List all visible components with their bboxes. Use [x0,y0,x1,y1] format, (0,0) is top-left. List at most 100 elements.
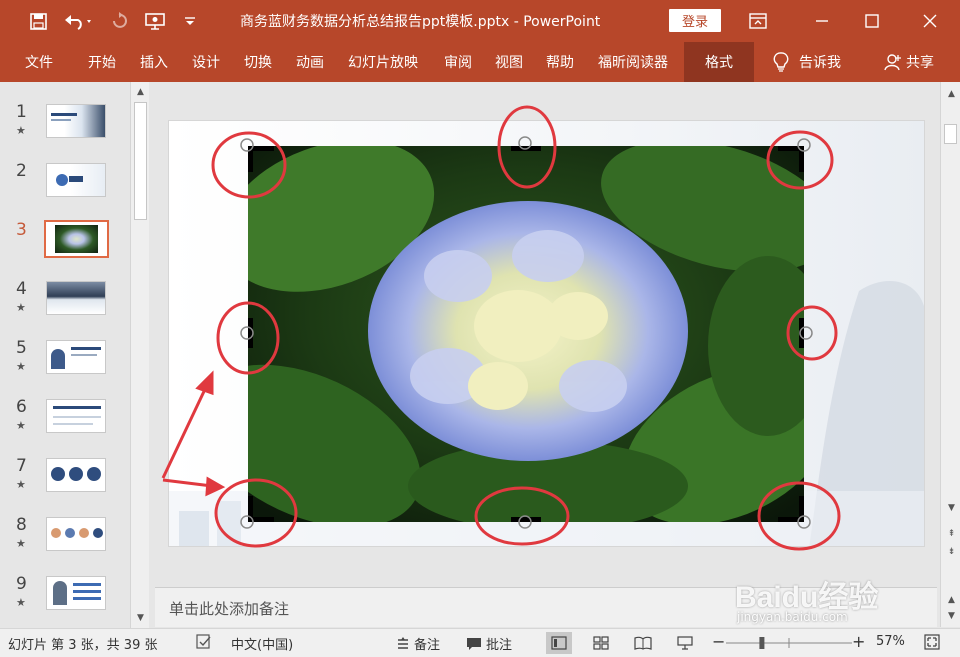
slide-thumb-7[interactable]: 7 ★ [0,456,130,511]
zoom-slider[interactable] [726,635,852,651]
tab-insert[interactable]: 插入 [132,42,176,82]
tab-review[interactable]: 审阅 [436,42,480,82]
thumbnails-scrollbar[interactable]: ▲ ▼ [130,82,149,628]
slideshow-icon[interactable] [672,632,698,654]
share-label: 共享 [906,55,934,71]
slide-thumbnail [46,399,106,433]
scrollbar-thumb[interactable] [134,102,147,220]
comments-button[interactable]: 批注 [466,634,512,653]
animation-star-icon: ★ [16,478,26,491]
customize-icon[interactable] [182,9,198,33]
save-icon[interactable] [26,9,50,33]
tab-design[interactable]: 设计 [184,42,228,82]
share-button[interactable]: 共享 [878,42,940,82]
notes-button[interactable]: 备注 [396,634,440,653]
slide-number: 3 [16,220,27,240]
slide-sorter-icon[interactable] [588,632,614,654]
ribbon-options-icon[interactable] [745,8,771,34]
tab-file[interactable]: 文件 [14,42,64,82]
scroll-down-icon[interactable]: ▼ [945,502,958,514]
baidu-watermark: Baidu经验 jingyan.baidu.com [735,570,945,630]
slide-scrollbar[interactable]: ▲ ▼ ⇞ ⇟ ▲ ▼ [940,82,960,627]
zoom-in-icon[interactable]: + [852,632,865,651]
notes-scroll-down-icon[interactable]: ▼ [945,610,958,622]
picture-content [248,146,804,522]
next-slide-icon[interactable]: ⇟ [945,546,958,558]
comment-icon [467,637,481,650]
notes-scroll-up-icon[interactable]: ▲ [945,594,958,606]
zoom-slider-thumb[interactable] [759,637,765,649]
slide-thumb-4[interactable]: 4 ★ [0,279,130,334]
slide-thumb-3[interactable]: 3 [0,220,130,275]
redo-icon[interactable] [108,9,130,33]
slide-thumbnails-panel: 1 ★ 2 3 4 ★ 5 ★ 6 ★ 7 ★ 8 ★ 9 ★ [0,82,150,628]
slide-number: 5 [16,338,27,358]
slide-thumb-5[interactable]: 5 ★ [0,338,130,393]
zoom-out-icon[interactable]: − [712,632,725,651]
lightbulb-icon [773,52,789,72]
tab-foxit-reader[interactable]: 福昕阅读器 [590,42,676,82]
maximize-icon[interactable] [859,8,885,34]
previous-slide-icon[interactable]: ⇞ [945,528,958,540]
status-bar: 幻灯片 第 3 张，共 39 张 中文(中国) 备注 批注 − + 57% [0,628,960,657]
slide-number: 2 [16,161,27,181]
animation-star-icon: ★ [16,360,26,373]
title-bar: 商务蓝财务数据分析总结报告ppt模板.pptx - PowerPoint 登录 [0,0,960,42]
document-title: 商务蓝财务数据分析总结报告ppt模板.pptx - PowerPoint [240,14,601,30]
login-button[interactable]: 登录 [669,9,721,32]
slide-thumbnail [46,458,106,492]
ribbon-tabs: 文件 开始 插入 设计 切换 动画 幻灯片放映 审阅 视图 帮助 福昕阅读器 格… [0,42,960,82]
zoom-level[interactable]: 57% [876,634,905,649]
minimize-icon[interactable] [809,8,835,34]
watermark-url: jingyan.baidu.com [737,610,848,624]
slide-number: 4 [16,279,27,299]
slide-number: 9 [16,574,27,594]
language-indicator[interactable]: 中文(中国) [231,634,293,653]
slide-counter: 幻灯片 第 3 张，共 39 张 [8,638,158,653]
tell-me-search[interactable]: 告诉我 [764,42,850,82]
slide-number: 7 [16,456,27,476]
present-icon[interactable] [142,9,170,33]
fit-window-icon[interactable] [924,634,940,650]
animation-star-icon: ★ [16,301,26,314]
scroll-down-icon[interactable]: ▼ [134,612,147,624]
tab-slideshow[interactable]: 幻灯片放映 [340,42,426,82]
close-icon[interactable] [917,8,943,34]
hydrangea-picture[interactable] [248,146,804,522]
slide-thumb-1[interactable]: 1 ★ [0,102,130,157]
slide-thumb-8[interactable]: 8 ★ [0,515,130,570]
scroll-up-icon[interactable]: ▲ [134,86,147,98]
scroll-up-icon[interactable]: ▲ [945,88,958,100]
slide-thumbnail [46,163,106,197]
normal-view-icon[interactable] [546,632,572,654]
tab-format[interactable]: 格式 [684,42,754,82]
slide-number: 1 [16,102,27,122]
animation-star-icon: ★ [16,537,26,550]
reading-view-icon[interactable] [630,632,656,654]
tell-me-label: 告诉我 [799,55,841,71]
animation-star-icon: ★ [16,124,26,137]
tab-home[interactable]: 开始 [80,42,124,82]
slide-thumbnail [46,340,106,374]
slide-thumbnail [46,576,106,610]
notes-label: 备注 [414,638,441,653]
comments-label: 批注 [486,638,513,653]
accessibility-check-icon[interactable] [196,634,212,650]
undo-icon[interactable] [62,9,94,33]
slide-thumbnail [46,517,106,551]
scrollbar-thumb[interactable] [944,124,957,144]
notes-placeholder: 单击此处添加备注 [169,600,290,618]
tab-view[interactable]: 视图 [487,42,531,82]
slide-thumb-6[interactable]: 6 ★ [0,397,130,452]
tab-animations[interactable]: 动画 [288,42,332,82]
animation-star-icon: ★ [16,419,26,432]
tab-help[interactable]: 帮助 [538,42,582,82]
slide-number: 6 [16,397,27,417]
user-icon [884,54,901,71]
slide-thumb-9[interactable]: 9 ★ [0,574,130,629]
slide-thumbnail [46,281,106,315]
slide-thumbnail [46,104,106,138]
slide-thumb-2[interactable]: 2 [0,161,130,216]
animation-star-icon: ★ [16,596,26,609]
tab-transitions[interactable]: 切换 [236,42,280,82]
